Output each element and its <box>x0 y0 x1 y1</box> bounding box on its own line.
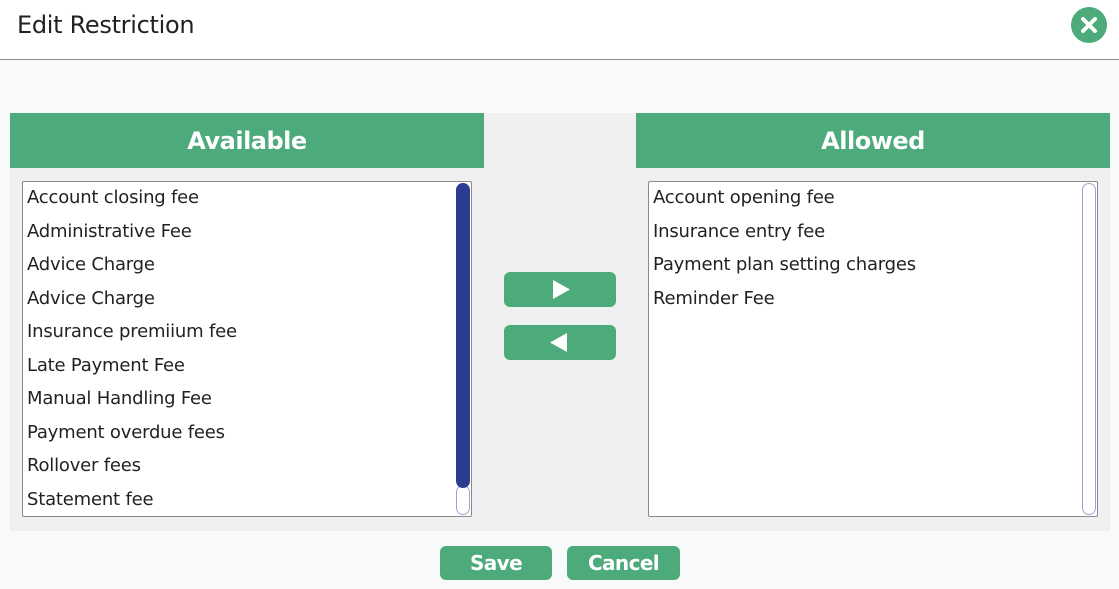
list-item[interactable]: Insurance entry fee <box>653 221 825 242</box>
restriction-editor: Available Allowed Account closing fee Ad… <box>10 113 1110 531</box>
list-item[interactable]: Reminder Fee <box>653 288 775 309</box>
list-item[interactable]: Advice Charge <box>27 254 155 275</box>
save-button[interactable]: Save <box>440 546 552 580</box>
move-left-button[interactable] <box>504 325 616 360</box>
list-item[interactable]: Late Payment Fee <box>27 355 185 376</box>
dialog-title: Edit Restriction <box>17 11 195 39</box>
close-button[interactable] <box>1071 7 1107 43</box>
list-item[interactable]: Payment overdue fees <box>27 422 225 443</box>
triangle-left-icon <box>550 333 567 352</box>
allowed-scrollbar[interactable] <box>1082 183 1096 515</box>
list-item[interactable]: Administrative Fee <box>27 221 192 242</box>
scrollbar-track-end <box>456 485 470 515</box>
list-item[interactable]: Account closing fee <box>27 187 199 208</box>
list-item[interactable]: Manual Handling Fee <box>27 388 212 409</box>
scrollbar-thumb[interactable] <box>1082 183 1096 515</box>
scrollbar-thumb[interactable] <box>456 183 470 488</box>
close-icon <box>1081 17 1097 33</box>
list-item[interactable]: Statement fee <box>27 489 154 510</box>
list-item[interactable]: Advice Charge <box>27 288 155 309</box>
cancel-button[interactable]: Cancel <box>567 546 680 580</box>
dialog-header: Edit Restriction <box>0 0 1119 60</box>
available-listbox[interactable]: Account closing fee Administrative Fee A… <box>22 181 472 517</box>
triangle-right-icon <box>553 280 570 299</box>
available-header: Available <box>10 113 484 168</box>
move-right-button[interactable] <box>504 272 616 307</box>
list-item[interactable]: Account opening fee <box>653 187 835 208</box>
allowed-listbox[interactable]: Account opening fee Insurance entry fee … <box>648 181 1098 517</box>
list-item[interactable]: Insurance premiium fee <box>27 321 237 342</box>
list-item[interactable]: Payment plan setting charges <box>653 254 916 275</box>
allowed-header: Allowed <box>636 113 1110 168</box>
available-scrollbar[interactable] <box>456 183 470 515</box>
list-item[interactable]: Rollover fees <box>27 455 141 476</box>
